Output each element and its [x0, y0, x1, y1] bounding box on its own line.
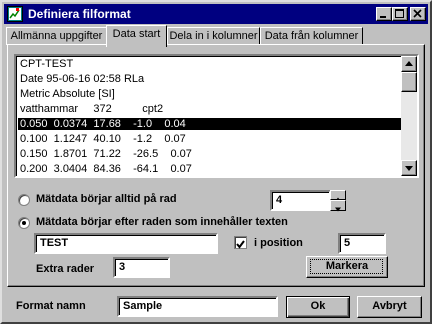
tab-data-start[interactable]: Data start	[106, 25, 167, 47]
start-row-radio[interactable]	[18, 194, 30, 206]
maximize-button[interactable]	[392, 7, 408, 21]
in-position-label: i position	[254, 237, 303, 249]
scroll-down-button[interactable]	[401, 160, 417, 176]
list-item[interactable]: Metric Absolute [SI]	[20, 88, 115, 100]
close-button[interactable]	[410, 7, 426, 21]
tab-column-data[interactable]: Data från kolumner	[260, 27, 363, 45]
arrow-up-icon	[405, 61, 413, 66]
extra-rows-input[interactable]: 3	[113, 257, 170, 278]
tab-general[interactable]: Allmänna uppgifter	[6, 27, 107, 45]
spin-down-button[interactable]	[330, 200, 346, 212]
checkmark-icon	[236, 240, 245, 249]
after-text-label: Mätdata börjar efter raden som innehålle…	[36, 216, 288, 228]
list-item[interactable]: Date 95-06-16 02:58 RLa	[20, 73, 144, 85]
ok-button[interactable]: Ok	[286, 296, 350, 318]
start-row-input[interactable]: 4	[270, 190, 331, 211]
list-item[interactable]: 0.100 1.1247 40.10 -1.2 0.07	[20, 133, 186, 145]
app-icon	[7, 6, 23, 22]
minimize-button[interactable]	[376, 7, 392, 21]
maximize-icon	[395, 9, 404, 18]
list-item[interactable]: CPT-TEST	[20, 58, 73, 70]
tab-split-columns[interactable]: Dela in i kolumner	[167, 27, 260, 45]
spin-up-button[interactable]	[330, 190, 346, 202]
minimize-icon	[380, 16, 386, 18]
vertical-scrollbar[interactable]	[401, 56, 417, 176]
dialog-window: Definiera filformat Allmänna uppgifter D…	[0, 0, 432, 324]
close-icon	[413, 9, 422, 18]
list-item-selected[interactable]: 0.050 0.0374 17.68 -1.0 0.04	[18, 118, 406, 130]
position-input[interactable]: 5	[338, 233, 386, 254]
cancel-button[interactable]: Avbryt	[357, 296, 422, 318]
start-row-spinner[interactable]	[330, 190, 346, 212]
in-position-checkbox[interactable]	[234, 236, 247, 249]
window-title: Definiera filformat	[28, 7, 131, 21]
start-row-label: Mätdata börjar alltid på rad	[36, 193, 177, 205]
format-name-input[interactable]: Sample	[117, 296, 278, 317]
after-text-radio[interactable]	[18, 217, 30, 229]
focus-rect	[310, 259, 383, 274]
file-preview-list[interactable]: CPT-TEST Date 95-06-16 02:58 RLa Metric …	[14, 54, 419, 178]
format-name-label: Format namn	[16, 300, 86, 312]
arrow-down-icon	[335, 207, 341, 212]
list-item[interactable]: vatthammar 372 cpt2	[20, 103, 163, 115]
arrow-down-icon	[405, 166, 413, 171]
scroll-thumb[interactable]	[401, 72, 417, 92]
mark-button[interactable]: Markera	[306, 256, 388, 278]
search-text-input[interactable]: TEST	[34, 233, 218, 254]
extra-rows-label: Extra rader	[36, 263, 95, 275]
list-item[interactable]: 0.200 3.0404 84.36 -64.1 0.07	[20, 163, 192, 175]
list-item[interactable]: 0.150 1.8701 71.22 -26.5 0.07	[20, 148, 192, 160]
scroll-up-button[interactable]	[401, 56, 417, 72]
title-bar[interactable]: Definiera filformat	[4, 4, 428, 24]
